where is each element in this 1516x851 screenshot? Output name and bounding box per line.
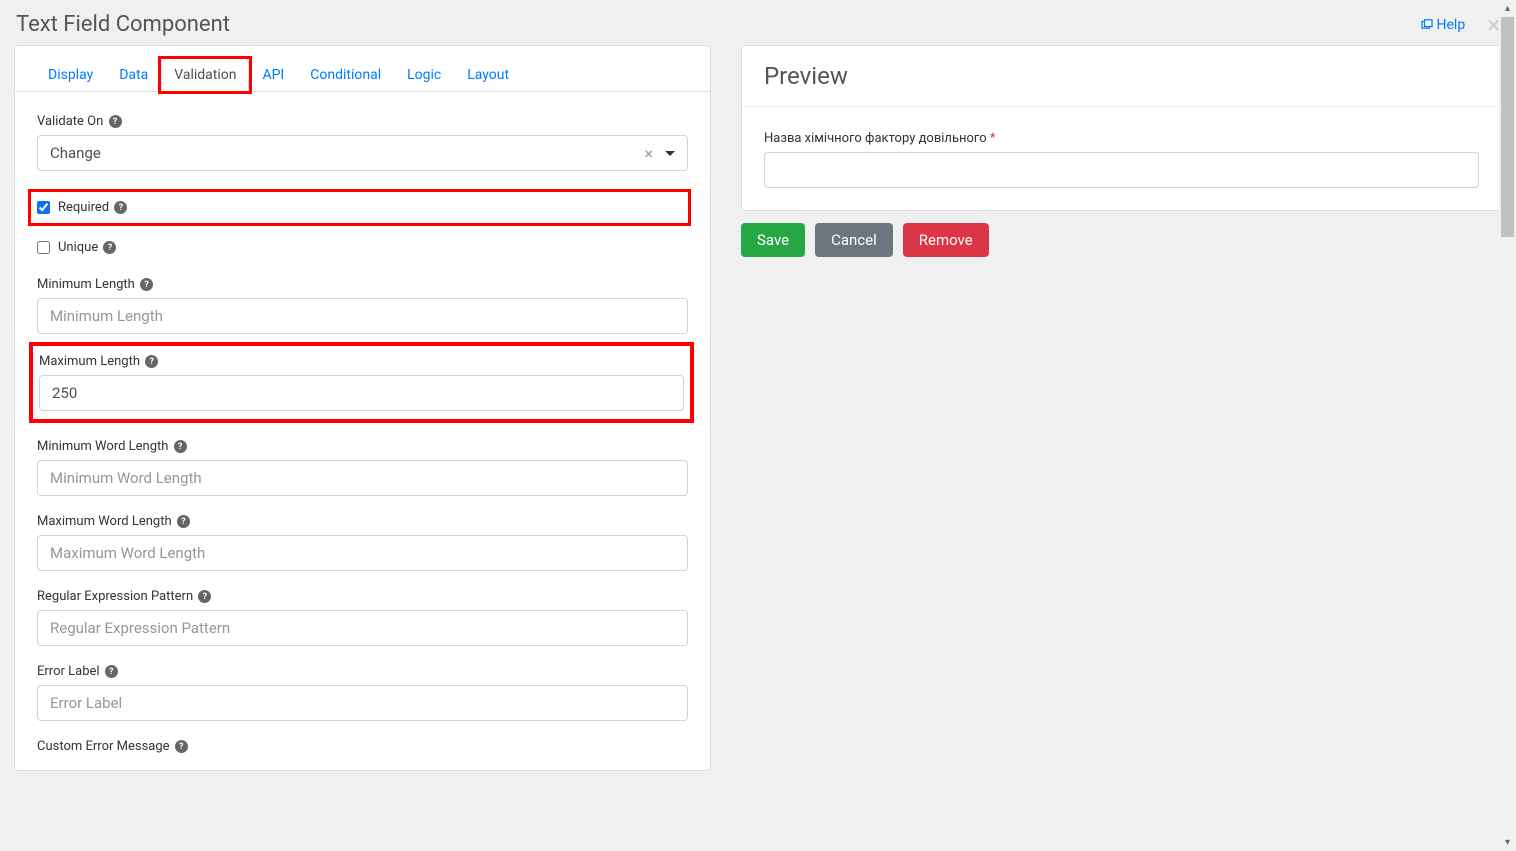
cancel-button[interactable]: Cancel — [815, 223, 893, 257]
tab-validation-label: Validation — [174, 67, 236, 83]
preview-field-input[interactable] — [764, 152, 1479, 188]
tab-conditional[interactable]: Conditional — [297, 58, 394, 92]
min-length-label: Minimum Length ? — [37, 277, 688, 292]
tab-api[interactable]: API — [249, 58, 297, 92]
validate-on-value: Change — [50, 144, 638, 162]
scroll-up-icon[interactable]: ▴ — [1499, 0, 1516, 17]
help-label: Help — [1437, 17, 1466, 33]
chevron-down-icon — [665, 151, 675, 156]
regex-pattern-label: Regular Expression Pattern ? — [37, 589, 688, 604]
help-icon[interactable]: ? — [105, 665, 118, 678]
help-icon[interactable]: ? — [177, 515, 190, 528]
help-icon[interactable]: ? — [198, 590, 211, 603]
scrollbar-thumb[interactable] — [1501, 17, 1514, 237]
help-icon[interactable]: ? — [103, 241, 116, 254]
tab-logic[interactable]: Logic — [394, 58, 454, 92]
required-star-icon: * — [990, 131, 996, 146]
help-link[interactable]: Help — [1421, 17, 1466, 33]
max-length-input[interactable] — [39, 375, 684, 411]
save-button[interactable]: Save — [741, 223, 805, 257]
scroll-down-icon[interactable]: ▾ — [1499, 834, 1516, 851]
scrollbar[interactable]: ▴ ▾ — [1499, 0, 1516, 851]
tab-layout[interactable]: Layout — [454, 58, 522, 92]
max-length-highlight: Maximum Length ? — [29, 342, 694, 423]
page-title: Text Field Component — [16, 12, 230, 37]
tab-data[interactable]: Data — [106, 58, 161, 92]
required-label: Required ? — [58, 200, 127, 215]
error-label-input[interactable] — [37, 685, 688, 721]
max-length-label: Maximum Length ? — [39, 354, 684, 369]
new-window-icon — [1421, 17, 1433, 33]
preview-field-label: Назва хімічного фактору довільного * — [764, 131, 1479, 146]
validate-on-label: Validate On ? — [37, 114, 688, 129]
custom-error-label: Custom Error Message ? — [37, 739, 688, 754]
unique-checkbox[interactable] — [37, 241, 50, 254]
preview-title: Preview — [764, 62, 1479, 90]
help-icon[interactable]: ? — [114, 201, 127, 214]
help-icon[interactable]: ? — [140, 278, 153, 291]
help-icon[interactable]: ? — [174, 440, 187, 453]
tab-bar: Display Data Validation API Conditional … — [15, 46, 710, 92]
tab-display[interactable]: Display — [35, 58, 106, 92]
help-icon[interactable]: ? — [145, 355, 158, 368]
validate-on-select[interactable]: Change × — [37, 135, 688, 171]
required-checkbox[interactable] — [37, 201, 50, 214]
min-word-length-input[interactable] — [37, 460, 688, 496]
regex-pattern-input[interactable] — [37, 610, 688, 646]
unique-label: Unique ? — [58, 240, 116, 255]
help-icon[interactable]: ? — [109, 115, 122, 128]
required-highlight: Required ? — [28, 189, 691, 226]
clear-icon[interactable]: × — [638, 144, 659, 163]
max-word-length-label: Maximum Word Length ? — [37, 514, 688, 529]
remove-button[interactable]: Remove — [903, 223, 989, 257]
help-icon[interactable]: ? — [175, 740, 188, 753]
min-length-input[interactable] — [37, 298, 688, 334]
min-word-length-label: Minimum Word Length ? — [37, 439, 688, 454]
error-label-label: Error Label ? — [37, 664, 688, 679]
tab-validation[interactable]: Validation — [161, 58, 249, 92]
max-word-length-input[interactable] — [37, 535, 688, 571]
